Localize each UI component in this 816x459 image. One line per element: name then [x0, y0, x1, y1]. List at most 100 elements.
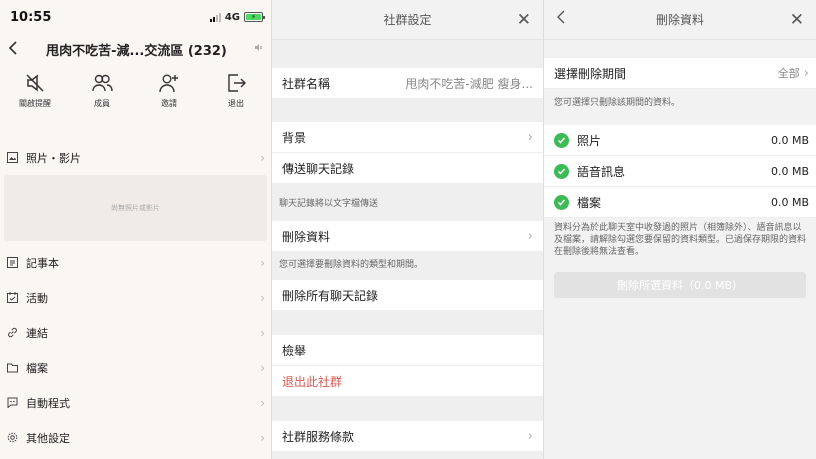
community-name-row[interactable]: 社群名稱 甩肉不吃苦-減肥 瘦身... — [272, 68, 543, 99]
chat-header: 甩肉不吃苦-減...交流區 (232) — [0, 34, 271, 64]
back-icon[interactable] — [8, 40, 26, 59]
chevron-right-icon: › — [260, 430, 265, 445]
close-icon[interactable]: ✕ — [790, 10, 804, 30]
signal-icon — [209, 12, 221, 22]
link-icon — [6, 327, 18, 339]
chevron-right-icon: › — [527, 228, 533, 244]
network-label: 4G — [224, 11, 240, 23]
delete-data-panel: 刪除資料 ✕ 選擇刪除期間 全部 › 您可選擇只刪除該期間的資料。 照片 0.0… — [543, 0, 816, 459]
background-row[interactable]: 背景 › — [272, 122, 543, 153]
chevron-right-icon: › — [527, 428, 533, 444]
community-terms-label: 社群服務條款 — [282, 429, 355, 444]
leave-button[interactable]: 退出 — [207, 72, 265, 124]
community-name-label: 社群名稱 — [282, 76, 331, 91]
delete-item-voice[interactable]: 語音訊息 0.0 MB — [544, 156, 816, 187]
community-settings-panel: 社群設定 ✕ 社群名稱 甩肉不吃苦-減肥 瘦身... 背景 › 傳送聊天記錄 聊… — [271, 0, 543, 459]
bot-icon — [6, 397, 18, 409]
delete-data-header: 刪除資料 ✕ — [544, 0, 816, 40]
delete-data-note: 您可選擇要刪除資料的類型和期間。 — [279, 259, 424, 270]
toggle-notification-label: 關啟提醒 — [19, 99, 51, 108]
menu-label-other-settings: 其他設定 — [26, 431, 70, 445]
settings-title: 社群設定 — [383, 13, 432, 27]
delete-period-note: 您可選擇只刪除該期間的資料。 — [554, 97, 681, 108]
community-name-value: 甩肉不吃苦-減肥 瘦身... — [405, 76, 533, 91]
delete-description: 資料分為於此聊天室中收發過的照片（相簿除外）、語音訊息以及檔案，請解除勾選您要保… — [554, 223, 807, 257]
checkbox-checked-icon[interactable] — [554, 132, 569, 148]
report-row[interactable]: 檢舉 — [272, 335, 543, 366]
leave-community-row[interactable]: 退出此社群 — [272, 366, 543, 397]
photos-empty-box: 尚無照片或影片 — [4, 175, 267, 241]
invite-icon — [159, 74, 178, 93]
back-icon[interactable] — [556, 9, 566, 28]
delete-data-label: 刪除資料 — [282, 229, 331, 244]
chat-actions: 關啟提醒 成員 邀請 退出 — [0, 64, 271, 124]
delete-data-row[interactable]: 刪除資料 › — [272, 221, 543, 252]
delete-period-row[interactable]: 選擇刪除期間 全部 › — [544, 58, 816, 89]
members-icon — [92, 74, 113, 92]
chevron-right-icon: › — [260, 395, 265, 410]
battery-icon: ⚡ — [244, 12, 265, 22]
delete-item-label: 語音訊息 — [577, 164, 626, 179]
folder-icon — [6, 362, 18, 374]
delete-item-size: 0.0 MB — [770, 195, 809, 209]
menu-item-events[interactable]: 活動 › — [0, 280, 271, 315]
exit-icon — [228, 74, 246, 92]
menu-item-other-settings[interactable]: 其他設定 › — [0, 420, 271, 455]
delete-all-chats-label: 刪除所有聊天記錄 — [282, 288, 379, 303]
delete-item-size: 0.0 MB — [770, 133, 809, 147]
invite-label: 邀請 — [161, 99, 177, 108]
calendar-icon — [6, 292, 18, 304]
menu-item-bots[interactable]: 自動程式 › — [0, 385, 271, 420]
export-chat-note: 聊天記錄將以文字檔傳送 — [279, 199, 379, 209]
note-icon — [6, 257, 18, 269]
menu-label-bots: 自動程式 — [26, 396, 70, 410]
checkbox-checked-icon[interactable] — [554, 194, 569, 210]
muted-indicator-icon — [247, 43, 263, 55]
members-button[interactable]: 成員 — [73, 72, 131, 124]
invite-button[interactable]: 邀請 — [140, 72, 198, 124]
delete-item-label: 照片 — [577, 133, 602, 148]
background-label: 背景 — [282, 130, 307, 145]
status-time: 10:55 — [10, 9, 52, 25]
photos-videos-label: 照片・影片 — [26, 151, 81, 165]
chevron-right-icon: › — [803, 65, 809, 81]
chevron-right-icon: › — [260, 360, 265, 375]
chat-settings-panel: 10:55 4G ⚡ 甩肉不吃苦-減...交流區 (232) 關啟提醒 成員 邀… — [0, 0, 271, 459]
delete-item-photos[interactable]: 照片 0.0 MB — [544, 125, 816, 156]
report-label: 檢舉 — [282, 343, 307, 358]
menu-label-files: 檔案 — [26, 361, 48, 375]
export-chat-row[interactable]: 傳送聊天記錄 — [272, 153, 543, 184]
delete-item-files[interactable]: 檔案 0.0 MB — [544, 187, 816, 218]
menu-label-notes: 記事本 — [26, 256, 59, 270]
export-chat-label: 傳送聊天記錄 — [282, 161, 355, 176]
menu-label-events: 活動 — [26, 291, 48, 305]
photo-icon — [6, 152, 18, 164]
chevron-right-icon: › — [260, 325, 265, 340]
settings-header: 社群設定 ✕ — [272, 0, 543, 40]
close-icon[interactable]: ✕ — [517, 10, 531, 30]
chevron-right-icon: › — [260, 255, 265, 270]
status-bar: 10:55 4G ⚡ — [0, 0, 271, 34]
chat-title: 甩肉不吃苦-減...交流區 (232) — [46, 43, 227, 59]
menu-item-notes[interactable]: 記事本 › — [0, 245, 271, 280]
chevron-right-icon: › — [527, 129, 533, 145]
menu-item-links[interactable]: 連結 › — [0, 315, 271, 350]
delete-data-title: 刪除資料 — [655, 13, 704, 27]
delete-item-size: 0.0 MB — [770, 164, 809, 178]
delete-item-label: 檔案 — [577, 195, 602, 210]
checkbox-checked-icon[interactable] — [554, 163, 569, 179]
photos-empty-text: 尚無照片或影片 — [111, 204, 160, 212]
photos-videos-item[interactable]: 照片・影片 › — [0, 140, 271, 175]
leave-community-label: 退出此社群 — [282, 374, 343, 389]
toggle-notification-button[interactable]: 關啟提醒 — [6, 72, 64, 124]
members-label: 成員 — [94, 99, 110, 108]
delete-all-chats-row[interactable]: 刪除所有聊天記錄 — [272, 280, 543, 311]
menu-item-files[interactable]: 檔案 › — [0, 350, 271, 385]
delete-period-label: 選擇刪除期間 — [554, 66, 627, 81]
chevron-right-icon: › — [260, 290, 265, 305]
chevron-right-icon: › — [260, 150, 265, 165]
delete-period-value: 全部 — [777, 67, 800, 80]
community-terms-row[interactable]: 社群服務條款 › — [272, 421, 543, 452]
delete-selected-button[interactable]: 刪除所選資料（0.0 MB） — [554, 272, 806, 298]
gear-icon — [6, 432, 18, 444]
